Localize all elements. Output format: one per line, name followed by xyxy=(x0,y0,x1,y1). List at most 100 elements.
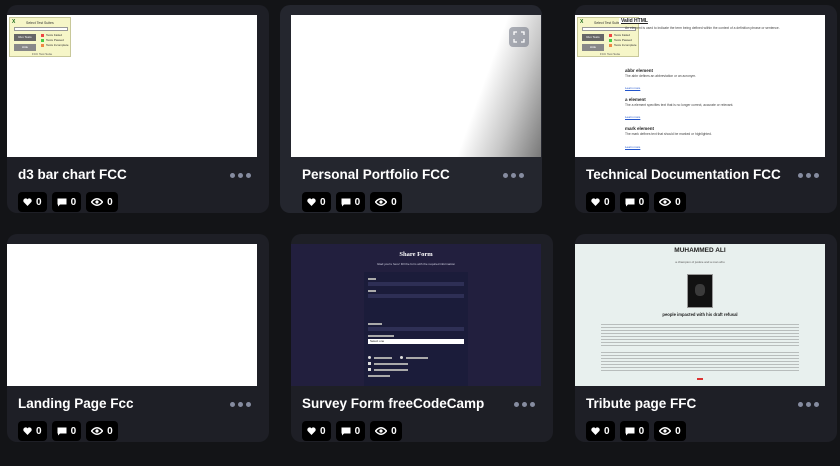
comment-count: 0 xyxy=(354,425,361,437)
comment-count: 0 xyxy=(638,196,645,208)
pen-card[interactable]: Landing Page Fcc 0 0 0 xyxy=(7,234,269,442)
comment-count: 0 xyxy=(354,196,361,208)
doc-section-heading: mark element xyxy=(625,126,655,131)
role-select[interactable]: Select one xyxy=(368,339,464,344)
heart-icon xyxy=(307,427,316,435)
views-button[interactable]: 0 xyxy=(370,192,402,212)
widget-title: Select Test Suites xyxy=(594,21,622,25)
views-button[interactable]: 0 xyxy=(654,192,686,212)
hide-button[interactable]: Hide xyxy=(14,44,36,51)
doc-section-text: The abbr defines an abbreviation or an a… xyxy=(625,74,697,78)
pen-card[interactable]: X Select Test Suites Run Tests Hide Test… xyxy=(575,5,837,213)
survey-form-panel: Select one xyxy=(364,272,468,386)
tribute-photo xyxy=(687,274,713,308)
heart-icon xyxy=(23,427,32,435)
age-input[interactable] xyxy=(368,327,464,331)
more-options-icon[interactable] xyxy=(230,173,251,178)
tribute-link[interactable] xyxy=(697,378,703,380)
pen-card[interactable]: Personal Portfolio FCC 0 0 0 xyxy=(280,5,542,213)
pen-title[interactable]: Technical Documentation FCC xyxy=(586,167,781,182)
comments-button[interactable]: 0 xyxy=(51,421,82,441)
view-count: 0 xyxy=(107,425,113,437)
view-count: 0 xyxy=(391,425,397,437)
name-input[interactable] xyxy=(368,282,464,286)
comment-icon xyxy=(625,198,635,206)
checkbox-option[interactable] xyxy=(368,368,371,371)
eye-icon xyxy=(375,427,388,435)
comments-button[interactable]: 0 xyxy=(51,192,82,212)
more-options-icon[interactable] xyxy=(230,402,251,407)
widget-close[interactable]: X xyxy=(12,19,15,25)
heart-icon xyxy=(307,198,316,206)
view-count: 0 xyxy=(675,425,681,437)
doc-link[interactable]: Learn more xyxy=(625,145,640,150)
doc-section-text: An element is used to indicate the term … xyxy=(625,26,780,30)
like-button[interactable]: 0 xyxy=(586,421,615,441)
views-button[interactable]: 0 xyxy=(86,192,118,212)
like-count: 0 xyxy=(36,425,42,437)
expand-icon[interactable] xyxy=(509,27,529,47)
comment-count: 0 xyxy=(70,425,77,437)
more-options-icon[interactable] xyxy=(514,402,535,407)
pen-title[interactable]: Landing Page Fcc xyxy=(18,396,134,411)
run-tests-button[interactable]: Run Tests xyxy=(14,34,36,41)
radio-option[interactable] xyxy=(400,356,403,359)
comments-button[interactable]: 0 xyxy=(619,192,650,212)
pen-card[interactable]: Share Form Glad you're here! Fill the fo… xyxy=(291,234,553,442)
radio-option[interactable] xyxy=(368,356,371,359)
pen-card[interactable]: X Select Test Suites Run Tests Hide Test… xyxy=(7,5,269,213)
hide-button[interactable]: Hide xyxy=(582,44,604,51)
pen-preview[interactable] xyxy=(7,244,257,386)
tribute-heading: MUHAMMED ALI xyxy=(674,247,726,254)
views-button[interactable]: 0 xyxy=(370,421,402,441)
pen-card[interactable]: MUHAMMED ALI a champion of justice and a… xyxy=(575,234,837,442)
widget-close[interactable]: X xyxy=(580,19,583,25)
pen-title[interactable]: d3 bar chart FCC xyxy=(18,167,127,182)
pen-title[interactable]: Survey Form freeCodeCamp xyxy=(302,396,484,411)
eye-icon xyxy=(91,427,104,435)
run-tests-button[interactable]: Run Tests xyxy=(582,34,604,41)
heart-icon xyxy=(591,198,600,206)
more-options-icon[interactable] xyxy=(798,402,819,407)
pen-preview[interactable]: Share Form Glad you're here! Fill the fo… xyxy=(291,244,541,386)
more-options-icon[interactable] xyxy=(798,173,819,178)
like-button[interactable]: 0 xyxy=(302,192,331,212)
comment-icon xyxy=(341,427,351,435)
doc-section-heading: abbr element xyxy=(625,68,654,73)
email-input[interactable] xyxy=(368,294,464,298)
eye-icon xyxy=(375,198,388,206)
views-button[interactable]: 0 xyxy=(654,421,686,441)
comments-button[interactable]: 0 xyxy=(619,421,650,441)
legend-failed: Tests Failed xyxy=(46,32,63,37)
pen-preview[interactable] xyxy=(291,15,541,157)
comments-button[interactable]: 0 xyxy=(335,192,366,212)
view-count: 0 xyxy=(107,196,113,208)
tribute-text xyxy=(601,350,799,371)
comment-count: 0 xyxy=(638,425,645,437)
pen-title[interactable]: Tribute page FFC xyxy=(586,396,696,411)
widget-footer: FCC Test Suite xyxy=(32,52,53,56)
comment-icon xyxy=(57,198,67,206)
pen-preview[interactable]: X Select Test Suites Run Tests Hide Test… xyxy=(575,15,825,157)
like-button[interactable]: 0 xyxy=(302,421,331,441)
legend-incomplete: Tests Incomplete xyxy=(614,42,637,47)
doc-link[interactable]: Learn more xyxy=(625,86,640,91)
like-button[interactable]: 0 xyxy=(586,192,615,212)
like-count: 0 xyxy=(320,196,326,208)
doc-link[interactable]: Learn more xyxy=(625,115,640,120)
pen-preview[interactable]: X Select Test Suites Run Tests Hide Test… xyxy=(7,15,257,157)
checkbox-option[interactable] xyxy=(368,362,371,365)
views-button[interactable]: 0 xyxy=(86,421,118,441)
view-count: 0 xyxy=(391,196,397,208)
test-suite-widget: X Select Test Suites Run Tests Hide Test… xyxy=(9,17,71,57)
more-options-icon[interactable] xyxy=(503,173,524,178)
comments-button[interactable]: 0 xyxy=(335,421,366,441)
pen-title[interactable]: Personal Portfolio FCC xyxy=(302,167,450,182)
pen-preview[interactable]: MUHAMMED ALI a champion of justice and a… xyxy=(575,244,825,386)
legend-incomplete: Tests Incomplete xyxy=(46,42,69,47)
survey-heading: Share Form xyxy=(399,251,433,258)
like-button[interactable]: 0 xyxy=(18,192,47,212)
doc-section-text: The a element specifies text that is no … xyxy=(625,103,734,107)
like-button[interactable]: 0 xyxy=(18,421,47,441)
doc-heading: Valid HTML xyxy=(619,18,648,24)
